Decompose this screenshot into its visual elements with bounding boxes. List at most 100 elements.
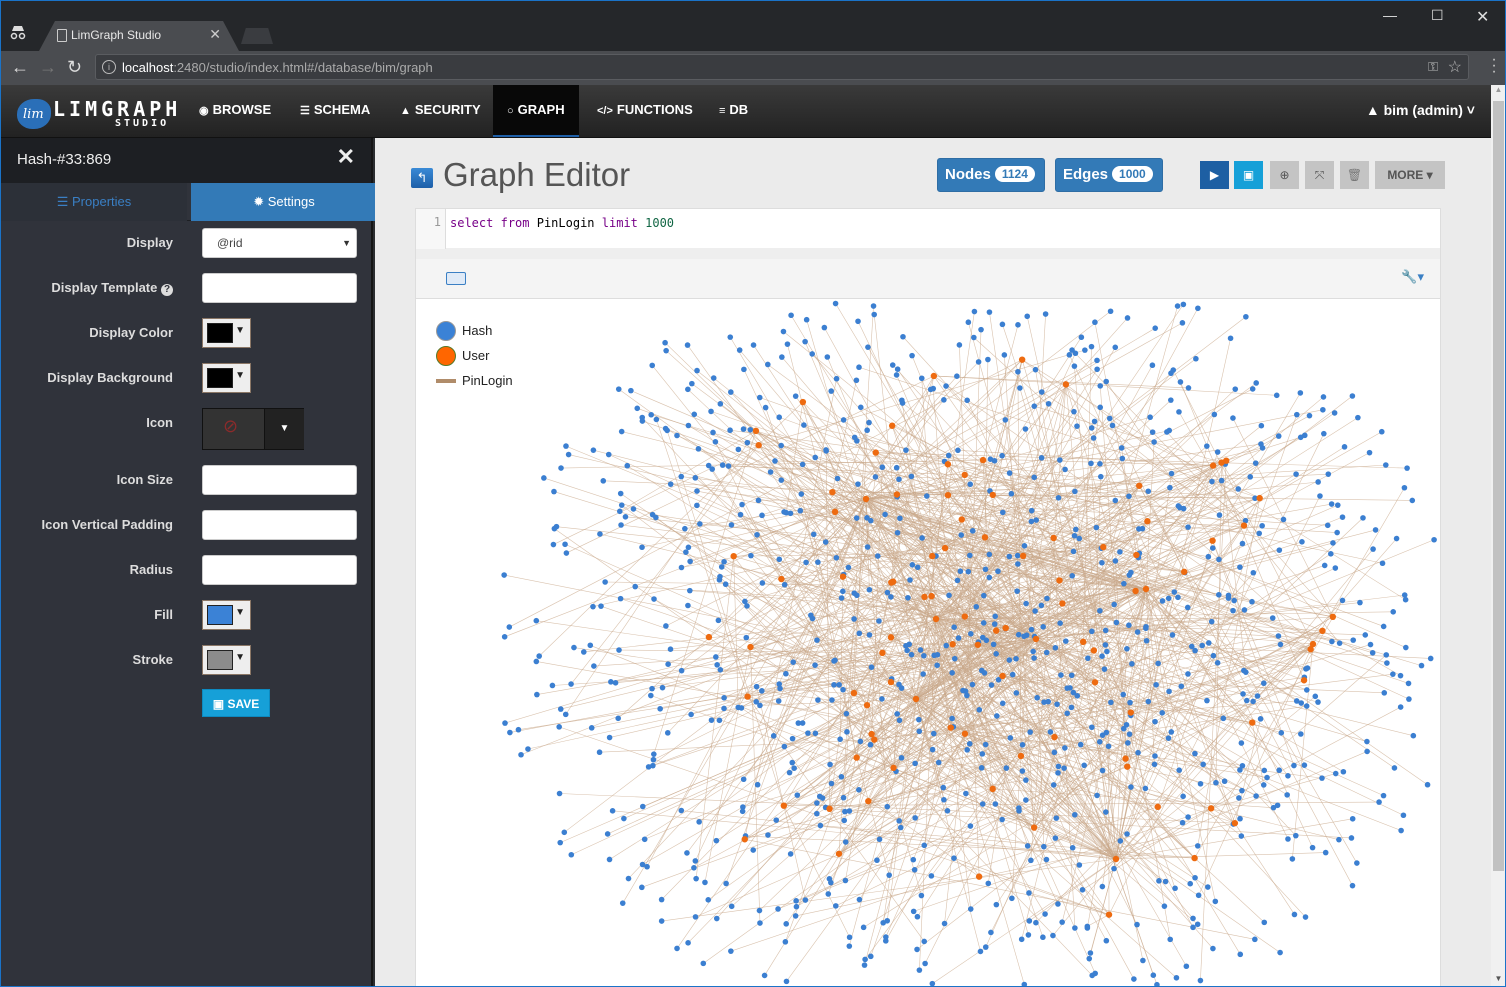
nodes-button[interactable]: Nodes 1124 <box>937 158 1045 192</box>
add-vertex-button[interactable]: ⊕ <box>1270 161 1299 189</box>
hash-node <box>691 864 697 871</box>
hash-node <box>842 877 849 884</box>
hash-node <box>920 671 926 677</box>
display-color-picker[interactable]: ▼ <box>202 318 251 348</box>
hash-node <box>854 592 860 599</box>
clear-button[interactable]: 🗑 <box>1340 161 1369 189</box>
hash-node <box>886 872 892 878</box>
hash-node <box>596 749 603 756</box>
nav-schema[interactable]: ☰ SCHEMA <box>286 85 384 137</box>
hash-node <box>562 541 568 548</box>
display-background-picker[interactable]: ▼ <box>202 363 251 393</box>
logo[interactable]: lim LIMGRAPH STUDIO <box>15 93 177 133</box>
maximize-icon[interactable]: ☐ <box>1431 7 1444 24</box>
hash-node <box>1019 741 1026 748</box>
fill-color-picker[interactable]: ▼ <box>202 600 251 630</box>
fullscreen-button[interactable]: ⤧ <box>1305 161 1334 189</box>
icon-vertical-padding-input[interactable] <box>202 510 357 540</box>
hash-node <box>1431 536 1437 543</box>
panel-header: Hash-#33:869 ✕ <box>1 138 371 183</box>
hash-node <box>776 414 783 421</box>
hash-node <box>1103 378 1110 385</box>
hash-node <box>710 429 716 436</box>
radius-input[interactable] <box>202 555 357 585</box>
caret-down-icon[interactable]: ▼ <box>264 409 304 449</box>
graph-edge <box>984 359 989 538</box>
edges-button[interactable]: Edges 1000 <box>1055 158 1163 192</box>
tab-properties[interactable]: ☰ Properties <box>1 183 187 221</box>
nav-functions[interactable]: </> FUNCTIONS <box>583 85 707 137</box>
page-scrollbar[interactable]: ▲ ▼ <box>1491 85 1505 986</box>
hash-node <box>736 347 743 353</box>
hash-node <box>1250 698 1256 705</box>
browser-tab[interactable]: LimGraph Studio ✕ <box>39 21 239 51</box>
graph-edge <box>767 364 1253 723</box>
hash-node <box>965 568 972 575</box>
menu-icon[interactable]: · · · <box>1491 52 1497 80</box>
hash-node <box>1197 780 1204 787</box>
editor-resize-handle[interactable] <box>416 249 1440 259</box>
wrench-icon[interactable]: 🔧▾ <box>1401 269 1424 285</box>
display-template-input[interactable] <box>202 273 357 303</box>
user-menu[interactable]: ▲ bim (admin) ˅ <box>1366 85 1475 135</box>
icon-size-input[interactable] <box>202 465 357 495</box>
query-editor[interactable]: 1 select from PinLogin limit 1000 <box>416 209 1440 249</box>
close-window-icon[interactable]: ✕ <box>1476 7 1489 27</box>
hash-node <box>674 945 680 952</box>
hash-node <box>1044 595 1050 602</box>
hash-node <box>1088 425 1095 431</box>
new-tab-button[interactable] <box>241 28 273 44</box>
url-text[interactable]: localhost:2480/studio/index.html#/databa… <box>122 60 433 75</box>
save-graph-button[interactable]: ▣ <box>1234 161 1263 189</box>
back-arrow-icon[interactable]: ↰ <box>411 168 433 188</box>
help-icon[interactable]: ? <box>161 284 173 296</box>
nav-db[interactable]: ≡ DB <box>705 85 762 137</box>
hash-node <box>1212 898 1219 905</box>
user-node <box>1142 585 1150 593</box>
hash-node <box>805 730 811 736</box>
close-tab-icon[interactable]: ✕ <box>209 26 221 43</box>
hash-node <box>1072 350 1079 357</box>
reload-icon[interactable]: ↻ <box>67 57 82 77</box>
scroll-down-icon[interactable]: ▼ <box>1491 974 1505 986</box>
address-bar[interactable]: i localhost:2480/studio/index.html#/data… <box>95 54 1469 80</box>
hash-node <box>1076 535 1083 542</box>
hash-node <box>1054 701 1060 708</box>
hash-node <box>871 311 877 318</box>
scroll-up-icon[interactable]: ▲ <box>1491 85 1505 99</box>
icon-picker[interactable]: ⊘ ▼ <box>202 408 304 450</box>
star-icon[interactable]: ☆ <box>1448 57 1462 77</box>
key-icon[interactable]: ⚿ <box>1428 59 1438 75</box>
hash-node <box>556 724 562 730</box>
hash-node <box>1320 394 1327 400</box>
browser-window: LimGraph Studio ✕ — ☐ ✕ ← → ↻ i localhos… <box>0 0 1506 987</box>
tab-settings[interactable]: ✹ Settings <box>191 183 377 221</box>
nav-security[interactable]: ▲ SECURITY <box>386 85 495 137</box>
hash-node <box>1168 470 1175 477</box>
graph-canvas[interactable]: Hash User PinLogin <box>416 299 1440 987</box>
nav-browse[interactable]: ◉ BROWSE <box>185 85 285 137</box>
user-node <box>1002 624 1009 632</box>
hash-node <box>1381 690 1388 696</box>
scroll-thumb[interactable] <box>1493 101 1504 871</box>
hash-node <box>857 404 864 411</box>
forward-icon[interactable]: → <box>39 57 57 77</box>
hash-node <box>909 562 916 568</box>
graph-svg[interactable] <box>416 299 1440 987</box>
stroke-color-picker[interactable]: ▼ <box>202 645 251 675</box>
hash-node <box>1106 415 1113 422</box>
info-icon[interactable]: i <box>102 60 116 74</box>
display-select[interactable]: @rid ▼ <box>202 228 357 258</box>
back-icon[interactable]: ← <box>11 57 29 77</box>
hash-node <box>650 756 657 763</box>
nav-graph[interactable]: ○ GRAPH <box>493 85 579 137</box>
query-text[interactable]: select from PinLogin limit 1000 <box>450 216 674 230</box>
run-button[interactable]: ▶ <box>1200 161 1229 189</box>
more-dropdown[interactable]: MORE ▾ <box>1375 161 1445 189</box>
minimize-icon[interactable]: — <box>1383 7 1397 23</box>
keyboard-icon[interactable] <box>446 272 466 285</box>
user-node <box>872 449 879 456</box>
save-button[interactable]: ▣ SAVE <box>202 689 270 717</box>
close-icon[interactable]: ✕ <box>337 144 355 170</box>
hash-node <box>978 326 984 333</box>
